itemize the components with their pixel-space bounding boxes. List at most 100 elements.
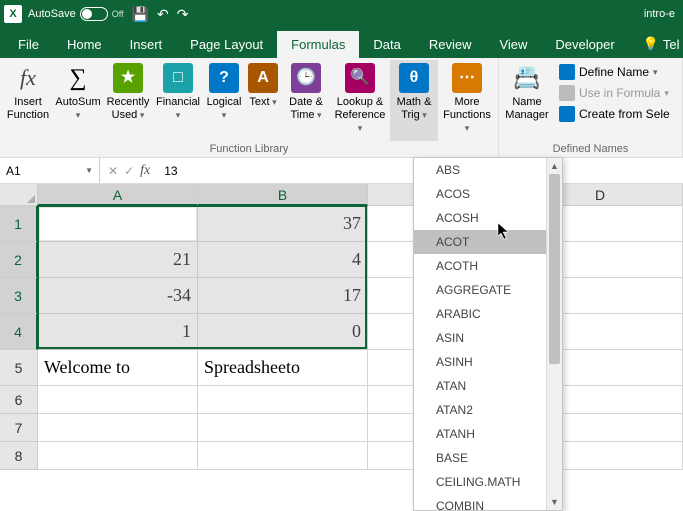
math-trig-dropdown[interactable]: ABSACOSACOSHACOTACOTHAGGREGATEARABICASIN… [413,157,563,511]
dropdown-item-atanh[interactable]: ATANH [414,422,562,446]
cell-b4[interactable]: 0 [198,314,368,350]
autosave-switch-icon[interactable] [80,7,108,21]
define-name-icon [559,64,575,80]
dropdown-item-arabic[interactable]: ARABIC [414,302,562,326]
autosave-toggle[interactable]: AutoSave Off [28,7,124,21]
cell-a1[interactable]: 13 [38,206,198,242]
dropdown-item-acoth[interactable]: ACOTH [414,254,562,278]
text-button[interactable]: A Text [246,60,280,141]
use-in-formula-button[interactable]: Use in Formula▾ [557,83,674,103]
enter-formula-icon[interactable]: ✓ [124,164,134,178]
cell-b5[interactable]: Spreadsheeto [198,350,368,386]
cell-a3[interactable]: -34 [38,278,198,314]
cell-a6[interactable] [38,386,198,414]
create-from-selection-button[interactable]: Create from Sele [557,104,674,124]
spreadsheet-grid[interactable]: A B C D 1133722143-34174105Welcome toSpr… [0,184,683,470]
tab-formulas[interactable]: Formulas [277,31,359,58]
lookup-reference-button[interactable]: 🔍 Lookup & Reference [332,60,388,141]
select-all-corner[interactable] [0,184,38,206]
define-name-label: Define Name [579,65,649,79]
dropdown-scrollbar[interactable]: ▲ ▼ [546,158,562,510]
cell-b8[interactable] [198,442,368,470]
insert-function-icon[interactable]: fx [140,163,150,179]
row-header-1[interactable]: 1 [0,206,38,242]
tab-file[interactable]: File [4,31,53,58]
tab-home[interactable]: Home [53,31,116,58]
recently-used-label: Recently Used [107,96,150,122]
logical-button[interactable]: ? Logical [204,60,244,141]
column-header-b[interactable]: B [198,184,368,206]
dropdown-item-ceiling-math[interactable]: CEILING.MATH [414,470,562,494]
cell-b7[interactable] [198,414,368,442]
autosum-button[interactable]: ∑ AutoSum [54,60,102,141]
name-box-value: A1 [6,164,21,178]
save-icon[interactable]: 💾 [132,6,149,23]
dropdown-item-acot[interactable]: ACOT [414,230,562,254]
row-header-5[interactable]: 5 [0,350,38,386]
tell-me-search[interactable]: 💡 Tell me wh [629,30,679,58]
tab-view[interactable]: View [485,31,541,58]
defined-names-group-label: Defined Names [503,141,678,157]
ribbon: fx Insert Function ∑ AutoSum ★ Recently … [0,58,683,158]
tab-data[interactable]: Data [359,31,414,58]
more-functions-button[interactable]: ⋯ More Functions [440,60,494,141]
cancel-formula-icon[interactable]: ✕ [108,164,118,178]
excel-icon: X [4,5,22,23]
logical-icon: ? [209,63,239,93]
document-title: intro-e [644,8,675,20]
insert-function-label: Insert Function [7,96,49,122]
row-header-3[interactable]: 3 [0,278,38,314]
dropdown-item-acos[interactable]: ACOS [414,182,562,206]
name-box[interactable]: A1 ▼ [0,158,100,183]
recently-used-button[interactable]: ★ Recently Used [104,60,152,141]
cell-a8[interactable] [38,442,198,470]
dropdown-item-atan[interactable]: ATAN [414,374,562,398]
insert-function-button[interactable]: fx Insert Function [4,60,52,141]
dropdown-item-acosh[interactable]: ACOSH [414,206,562,230]
name-box-dropdown-icon[interactable]: ▼ [85,166,93,175]
function-library-group-label: Function Library [4,141,494,157]
tab-insert[interactable]: Insert [116,31,177,58]
row-header-6[interactable]: 6 [0,386,38,414]
dropdown-item-atan2[interactable]: ATAN2 [414,398,562,422]
fx-icon: fx [20,65,36,91]
cell-b3[interactable]: 17 [198,278,368,314]
quick-access-toolbar: 💾 ↶ ↷ [132,6,189,23]
row-header-7[interactable]: 7 [0,414,38,442]
scroll-thumb[interactable] [549,174,560,364]
define-name-button[interactable]: Define Name▾ [557,62,674,82]
undo-icon[interactable]: ↶ [157,6,169,23]
row-header-2[interactable]: 2 [0,242,38,278]
cell-b2[interactable]: 4 [198,242,368,278]
cell-b1[interactable]: 37 [198,206,368,242]
row-header-4[interactable]: 4 [0,314,38,350]
financial-button[interactable]: □ Financial [154,60,202,141]
name-manager-label: Name Manager [505,96,548,122]
cell-b6[interactable] [198,386,368,414]
tab-developer[interactable]: Developer [541,31,628,58]
dropdown-item-asinh[interactable]: ASINH [414,350,562,374]
row-header-8[interactable]: 8 [0,442,38,470]
cell-a5[interactable]: Welcome to [38,350,198,386]
column-header-a[interactable]: A [38,184,198,206]
dropdown-item-abs[interactable]: ABS [414,158,562,182]
text-label: Text [249,96,276,109]
tab-review[interactable]: Review [415,31,486,58]
name-manager-button[interactable]: 📇 Name Manager [503,60,551,141]
recently-used-icon: ★ [113,63,143,93]
autosum-label: AutoSum [54,96,102,122]
dropdown-item-asin[interactable]: ASIN [414,326,562,350]
cell-a4[interactable]: 1 [38,314,198,350]
cell-a7[interactable] [38,414,198,442]
tab-page-layout[interactable]: Page Layout [176,31,277,58]
dropdown-item-aggregate[interactable]: AGGREGATE [414,278,562,302]
date-time-button[interactable]: 🕒 Date & Time [282,60,330,141]
text-icon: A [248,63,278,93]
scroll-up-icon[interactable]: ▲ [547,158,562,174]
redo-icon[interactable]: ↷ [177,6,189,23]
math-trig-button[interactable]: θ Math & Trig [390,60,438,141]
autosave-label: AutoSave [28,8,76,20]
math-trig-icon: θ [399,63,429,93]
cell-a2[interactable]: 21 [38,242,198,278]
dropdown-item-base[interactable]: BASE [414,446,562,470]
